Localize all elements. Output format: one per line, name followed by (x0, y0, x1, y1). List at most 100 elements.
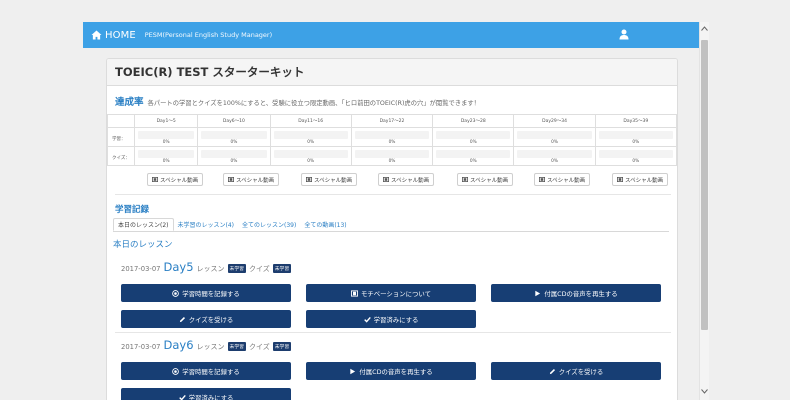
quiz-status-badge: 未学習 (272, 264, 292, 273)
lesson-date: 2017-03-07 (121, 265, 161, 273)
table-header-row: Day1～5 Day6～10 Day11～16 Day17～22 Day23～28 Day… (107, 114, 677, 128)
progress-percent: 0% (388, 140, 396, 145)
progress-percent: 0% (551, 159, 558, 164)
column-header: Day17～22 (350, 114, 434, 128)
special-video-button[interactable]: スペシャル動画 (534, 173, 591, 186)
progress-bar (138, 150, 195, 158)
column-header: Day6～10 (197, 114, 271, 128)
play-cd-audio-button[interactable]: 付属CDの音声を再生する (306, 362, 476, 380)
table-body: 学習： 0% 0% 0% 0% 0% 0% 0% クイズ： 0% 0% 0% 0% 0% 0% 0% (107, 127, 677, 166)
button-label: クイズを受ける (558, 367, 604, 376)
button-label: 学習済みにする (188, 393, 234, 400)
motivation-button[interactable]: モチベーションについて (306, 284, 476, 302)
button-label: 付属CDの音声を再生する (544, 289, 618, 298)
progress-bar (436, 150, 511, 158)
take-quiz-button[interactable]: クイズを受ける (491, 362, 661, 380)
scroll-down-arrow-icon[interactable] (700, 389, 709, 397)
progress-percent: 0% (162, 159, 170, 164)
progress-percent: 0% (632, 159, 640, 164)
record-title: 学習記録 (115, 205, 150, 215)
tab-today[interactable]: 本日のレッスン(2) (113, 218, 174, 231)
take-quiz-button[interactable]: クイズを受ける (121, 310, 291, 328)
special-video-button[interactable]: スペシャル動画 (223, 173, 280, 186)
film-icon (462, 177, 468, 182)
progress-cell: 0% (197, 127, 271, 147)
lesson-status-badge: 未学習 (227, 264, 246, 273)
home-link[interactable]: HOME (83, 22, 136, 48)
tab-unstudied[interactable]: 未学習のレッスン(4) (174, 218, 239, 231)
pencil-icon (549, 368, 555, 374)
home-label: HOME (105, 29, 136, 41)
progress-cell: 0% (197, 146, 271, 166)
column-header: Day29～34 (513, 114, 596, 128)
mark-studied-button[interactable]: 学習済みにする (121, 388, 291, 400)
table-row: クイズ： 0% 0% 0% 0% 0% 0% 0% (107, 146, 677, 166)
table-row: 学習： 0% 0% 0% 0% 0% 0% 0% (107, 127, 677, 147)
progress-cell: 0% (513, 146, 596, 166)
quiz-label: クイズ (248, 265, 270, 273)
record-tabs: 本日のレッスン(2) 未学習のレッスン(4) 全てのレッスン(39) 全ての動画(13… (113, 218, 351, 231)
record-time-button[interactable]: 学習時間を記録する (121, 284, 291, 302)
play-cd-audio-button[interactable]: 付属CDの音声を再生する (491, 284, 661, 302)
page-scrollbar[interactable] (699, 22, 709, 400)
scroll-thumb[interactable] (701, 40, 708, 330)
achievement-description: 各パートの学習とクイズを100%にすると、受験に役立つ限定動画、「ヒロ前田のTO… (147, 100, 480, 107)
check-icon (178, 394, 186, 400)
lesson-header: 2017-03-07 Day6 レッスン 未学習 クイズ 未学習 (121, 338, 292, 352)
tab-all-videos[interactable]: 全ての動画(13) (300, 218, 350, 231)
column-header: Day23～28 (432, 114, 515, 128)
special-video-label: スペシャル動画 (236, 177, 275, 184)
progress-bar (517, 131, 592, 139)
progress-cell: 0% (350, 127, 434, 147)
progress-percent: 0% (162, 140, 170, 145)
quiz-label: クイズ (248, 343, 270, 351)
special-video-label: スペシャル動画 (470, 177, 509, 184)
row-label: クイズ： (107, 146, 135, 166)
tab-all-lessons[interactable]: 全てのレッスン(39) (238, 218, 300, 231)
page: HOME PESM(Personal English Study Manager… (0, 0, 790, 400)
progress-cell: 0% (432, 127, 515, 147)
row-label: 学習： (107, 127, 135, 147)
lesson-status-badge: 未学習 (227, 342, 246, 351)
table-corner-cell (107, 114, 135, 128)
button-label: クイズを受ける (188, 315, 234, 324)
lesson-date: 2017-03-07 (121, 343, 161, 351)
column-header: Day1～5 (133, 114, 199, 128)
progress-bar (273, 150, 348, 158)
mark-studied-button[interactable]: 学習済みにする (306, 310, 476, 328)
special-video-button[interactable]: スペシャル動画 (457, 173, 514, 186)
special-video-button[interactable]: スペシャル動画 (612, 173, 669, 186)
progress-percent: 0% (230, 140, 238, 145)
progress-percent: 0% (388, 159, 396, 164)
progress-cell: 0% (432, 146, 515, 166)
progress-bar (201, 150, 267, 158)
lesson-divider (115, 332, 671, 333)
special-video-label: スペシャル動画 (314, 177, 353, 184)
record-time-button[interactable]: 学習時間を記録する (121, 362, 291, 380)
home-icon (91, 30, 102, 40)
scroll-up-arrow-icon[interactable] (700, 26, 709, 34)
lesson-day-link[interactable]: Day5 (164, 260, 194, 274)
progress-percent: 0% (230, 159, 238, 164)
progress-percent: 0% (469, 159, 477, 164)
special-video-button[interactable]: スペシャル動画 (301, 173, 358, 186)
special-video-button[interactable]: スペシャル動画 (378, 173, 435, 186)
progress-percent: 0% (307, 140, 315, 145)
lesson-day-link[interactable]: Day6 (164, 338, 194, 352)
check-icon (363, 316, 371, 323)
progress-bar (598, 150, 673, 158)
progress-bar (273, 131, 348, 139)
progress-cell: 0% (133, 127, 199, 147)
button-label: 付属CDの音声を再生する (359, 367, 433, 376)
user-icon[interactable] (619, 29, 629, 40)
progress-percent: 0% (632, 140, 640, 145)
film-icon (351, 289, 358, 297)
progress-percent: 0% (551, 140, 558, 145)
progress-bar (354, 131, 430, 139)
progress-bar (436, 131, 511, 139)
progress-percent: 0% (307, 159, 315, 164)
film-icon (228, 177, 234, 182)
special-video-button[interactable]: スペシャル動画 (147, 173, 204, 186)
special-video-label: スペシャル動画 (547, 177, 586, 184)
brand-name[interactable]: PESM(Personal English Study Manager) (145, 31, 272, 39)
